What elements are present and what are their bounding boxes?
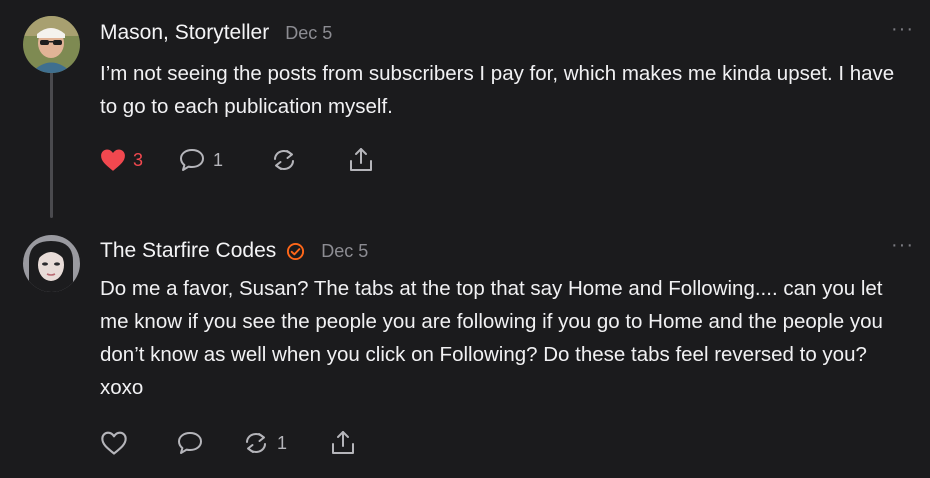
reply-button[interactable]: 1 xyxy=(178,147,223,173)
share-button[interactable] xyxy=(329,429,357,457)
more-icon[interactable]: ··· xyxy=(891,234,914,257)
author-name[interactable]: The Starfire Codes xyxy=(100,239,276,263)
restack-icon xyxy=(242,430,270,456)
like-button[interactable]: 3 xyxy=(100,148,143,172)
reply-count: 1 xyxy=(213,149,224,170)
comment-date[interactable]: Dec 5 xyxy=(321,241,368,262)
comment-header: Mason, Storyteller Dec 5 xyxy=(100,18,332,48)
comment-header: The Starfire Codes Dec 5 xyxy=(100,236,368,266)
more-icon[interactable]: ··· xyxy=(891,18,914,41)
restack-icon xyxy=(270,147,298,173)
author-name[interactable]: Mason, Storyteller xyxy=(100,21,269,45)
like-button[interactable] xyxy=(100,430,128,456)
comment-actions: 1 xyxy=(100,428,357,458)
share-icon xyxy=(347,146,375,174)
reply-button[interactable] xyxy=(176,430,204,456)
share-icon xyxy=(329,429,357,457)
share-button[interactable] xyxy=(347,146,375,174)
avatar-starfire[interactable] xyxy=(23,235,80,292)
restack-button[interactable] xyxy=(270,147,305,173)
comment-icon xyxy=(176,430,204,456)
verified-badge-icon xyxy=(286,242,305,261)
comment-icon xyxy=(178,147,206,173)
heart-icon xyxy=(100,430,128,456)
like-count: 3 xyxy=(133,149,144,170)
restack-count: 1 xyxy=(277,432,288,453)
avatar-mason[interactable] xyxy=(23,16,80,73)
comment-body: Do me a favor, Susan? The tabs at the to… xyxy=(100,277,883,399)
heart-icon xyxy=(100,148,126,172)
restack-button[interactable]: 1 xyxy=(242,430,287,456)
comment-actions: 3 1 xyxy=(100,145,375,175)
comment-date[interactable]: Dec 5 xyxy=(285,23,332,44)
comment-body: I’m not seeing the posts from subscriber… xyxy=(100,62,895,118)
thread-connector-line xyxy=(50,60,53,218)
